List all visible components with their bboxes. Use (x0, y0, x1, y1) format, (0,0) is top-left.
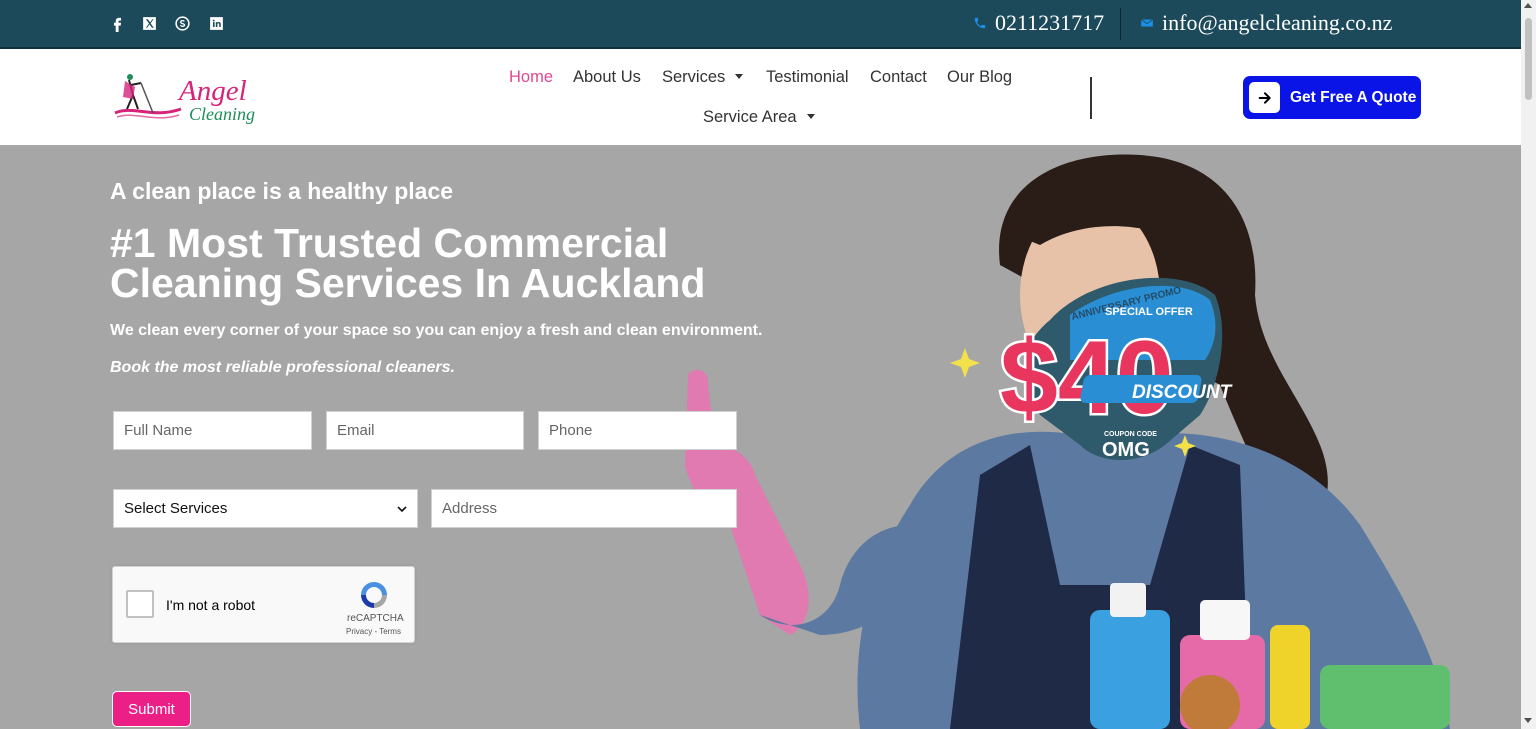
nav-services-label: Services (662, 68, 726, 86)
facebook-icon[interactable] (108, 14, 126, 32)
cleaner-logo-icon (114, 74, 182, 119)
cleaner-woman-image: ANNIVERSARY PROMO SPECIAL OFFER $40 DISC… (685, 154, 1450, 729)
x-twitter-icon[interactable] (140, 14, 158, 32)
nav-divider (1090, 77, 1092, 119)
recaptcha-privacy-terms[interactable]: Privacy - Terms (346, 627, 401, 636)
envelope-icon (1140, 19, 1154, 27)
scroll-up-arrow-icon[interactable] (1524, 3, 1532, 8)
chevron-down-icon (735, 74, 744, 80)
promo-coupon-code: OMG (1102, 439, 1150, 461)
linkedin-icon[interactable] (207, 14, 225, 32)
nav-contact[interactable]: Contact (870, 68, 927, 87)
get-free-quote-label: Get Free A Quote (1290, 88, 1417, 106)
recaptcha-brand: reCAPTCHA (347, 613, 404, 624)
email-address: info@angelcleaning.co.nz (1162, 10, 1393, 35)
page-scrollbar[interactable] (1521, 0, 1536, 729)
nav-home[interactable]: Home (509, 68, 553, 87)
nav-testimonial[interactable]: Testimonial (766, 68, 849, 87)
email-input[interactable]: Email (326, 411, 524, 450)
nav-services[interactable]: Services (662, 68, 744, 87)
phone-number: 0211231717 (995, 10, 1105, 35)
nav-our-blog[interactable]: Our Blog (947, 68, 1012, 87)
select-services-dropdown[interactable]: Select Services (113, 489, 418, 528)
recaptcha-widget: I'm not a robot reCAPTCHA Privacy - Term… (112, 566, 415, 643)
promo-discount: DISCOUNT (1132, 382, 1233, 403)
nav-service-area[interactable]: Service Area (703, 108, 815, 127)
phone-icon (974, 17, 986, 29)
hero-subtext: We clean every corner of your space so y… (110, 322, 763, 339)
arrow-right-icon (1249, 82, 1280, 113)
promo-badge: ANNIVERSARY PROMO SPECIAL OFFER $40 DISC… (950, 277, 1233, 461)
email-link[interactable]: info@angelcleaning.co.nz (1140, 10, 1392, 36)
chevron-down-icon (397, 505, 407, 512)
hero-section: ANNIVERSARY PROMO SPECIAL OFFER $40 DISC… (0, 145, 1521, 729)
full-name-input[interactable]: Full Name (113, 411, 312, 450)
recaptcha-label: I'm not a robot (166, 597, 256, 613)
select-services-value: Select Services (124, 500, 228, 517)
chevron-down-icon (806, 114, 815, 120)
hero-tagline: A clean place is a healthy place (110, 178, 454, 204)
hero-subtext-italic: Book the most reliable professional clea… (110, 359, 455, 376)
nav-about-us[interactable]: About Us (573, 68, 641, 87)
logo-text-cleaning: Cleaning (189, 104, 255, 124)
scrollbar-thumb[interactable] (1525, 18, 1532, 100)
recaptcha-icon (361, 582, 387, 608)
phone-link[interactable]: 0211231717 (973, 10, 1104, 36)
get-free-quote-button[interactable]: Get Free A Quote (1243, 76, 1421, 119)
nav-service-area-label: Service Area (703, 108, 797, 126)
scroll-down-arrow-icon[interactable] (1524, 718, 1532, 723)
submit-button[interactable]: Submit (112, 691, 191, 727)
top-contact-bar: 0211231717 info@angelcleaning.co.nz (0, 0, 1521, 49)
skype-icon[interactable] (173, 14, 191, 32)
main-navbar: Angel Cleaning Home About Us Services Te… (0, 49, 1521, 145)
promo-coupon-label: COUPON CODE (1104, 431, 1157, 438)
angel-cleaning-logo[interactable]: Angel Cleaning (113, 69, 265, 127)
contact-divider (1120, 8, 1121, 40)
phone-input[interactable]: Phone (538, 411, 737, 450)
logo-text-angel: Angel (179, 75, 247, 107)
recaptcha-checkbox[interactable] (126, 590, 154, 618)
promo-special-offer: SPECIAL OFFER (1105, 306, 1193, 318)
address-input[interactable]: Address (431, 489, 737, 528)
hero-headline: #1 Most Trusted Commercial Cleaning Serv… (110, 220, 706, 306)
